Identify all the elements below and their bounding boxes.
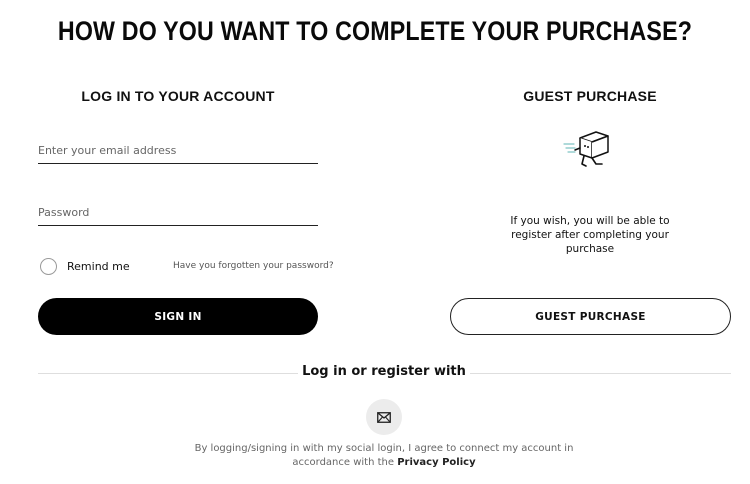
guest-purchase-button[interactable]: GUEST PURCHASE	[450, 298, 731, 335]
page-title: HOW DO YOU WANT TO COMPLETE YOUR PURCHAS…	[57, 16, 693, 46]
email-login-button[interactable]	[366, 399, 402, 435]
guest-heading: GUEST PURCHASE	[523, 88, 657, 104]
email-field[interactable]	[38, 138, 318, 164]
sign-in-button[interactable]: SIGN IN	[38, 298, 318, 335]
legal-text: By logging/signing in with my social log…	[194, 443, 574, 468]
mail-icon	[377, 411, 391, 423]
social-divider-label: Log in or register with	[302, 364, 466, 379]
guest-description: If you wish, you will be able to registe…	[510, 215, 670, 255]
divider-right	[470, 373, 731, 374]
login-heading: LOG IN TO YOUR ACCOUNT	[81, 88, 275, 104]
remind-me-radio[interactable]	[40, 258, 57, 275]
password-field[interactable]	[38, 200, 318, 226]
privacy-policy-link[interactable]: Privacy Policy	[397, 457, 475, 468]
divider-left	[38, 373, 298, 374]
remind-me-label[interactable]: Remind me	[67, 260, 130, 273]
running-box-icon	[563, 131, 609, 167]
forgot-password-link[interactable]: Have you forgotten your password?	[173, 261, 334, 271]
social-legal-text: By logging/signing in with my social log…	[190, 442, 578, 470]
